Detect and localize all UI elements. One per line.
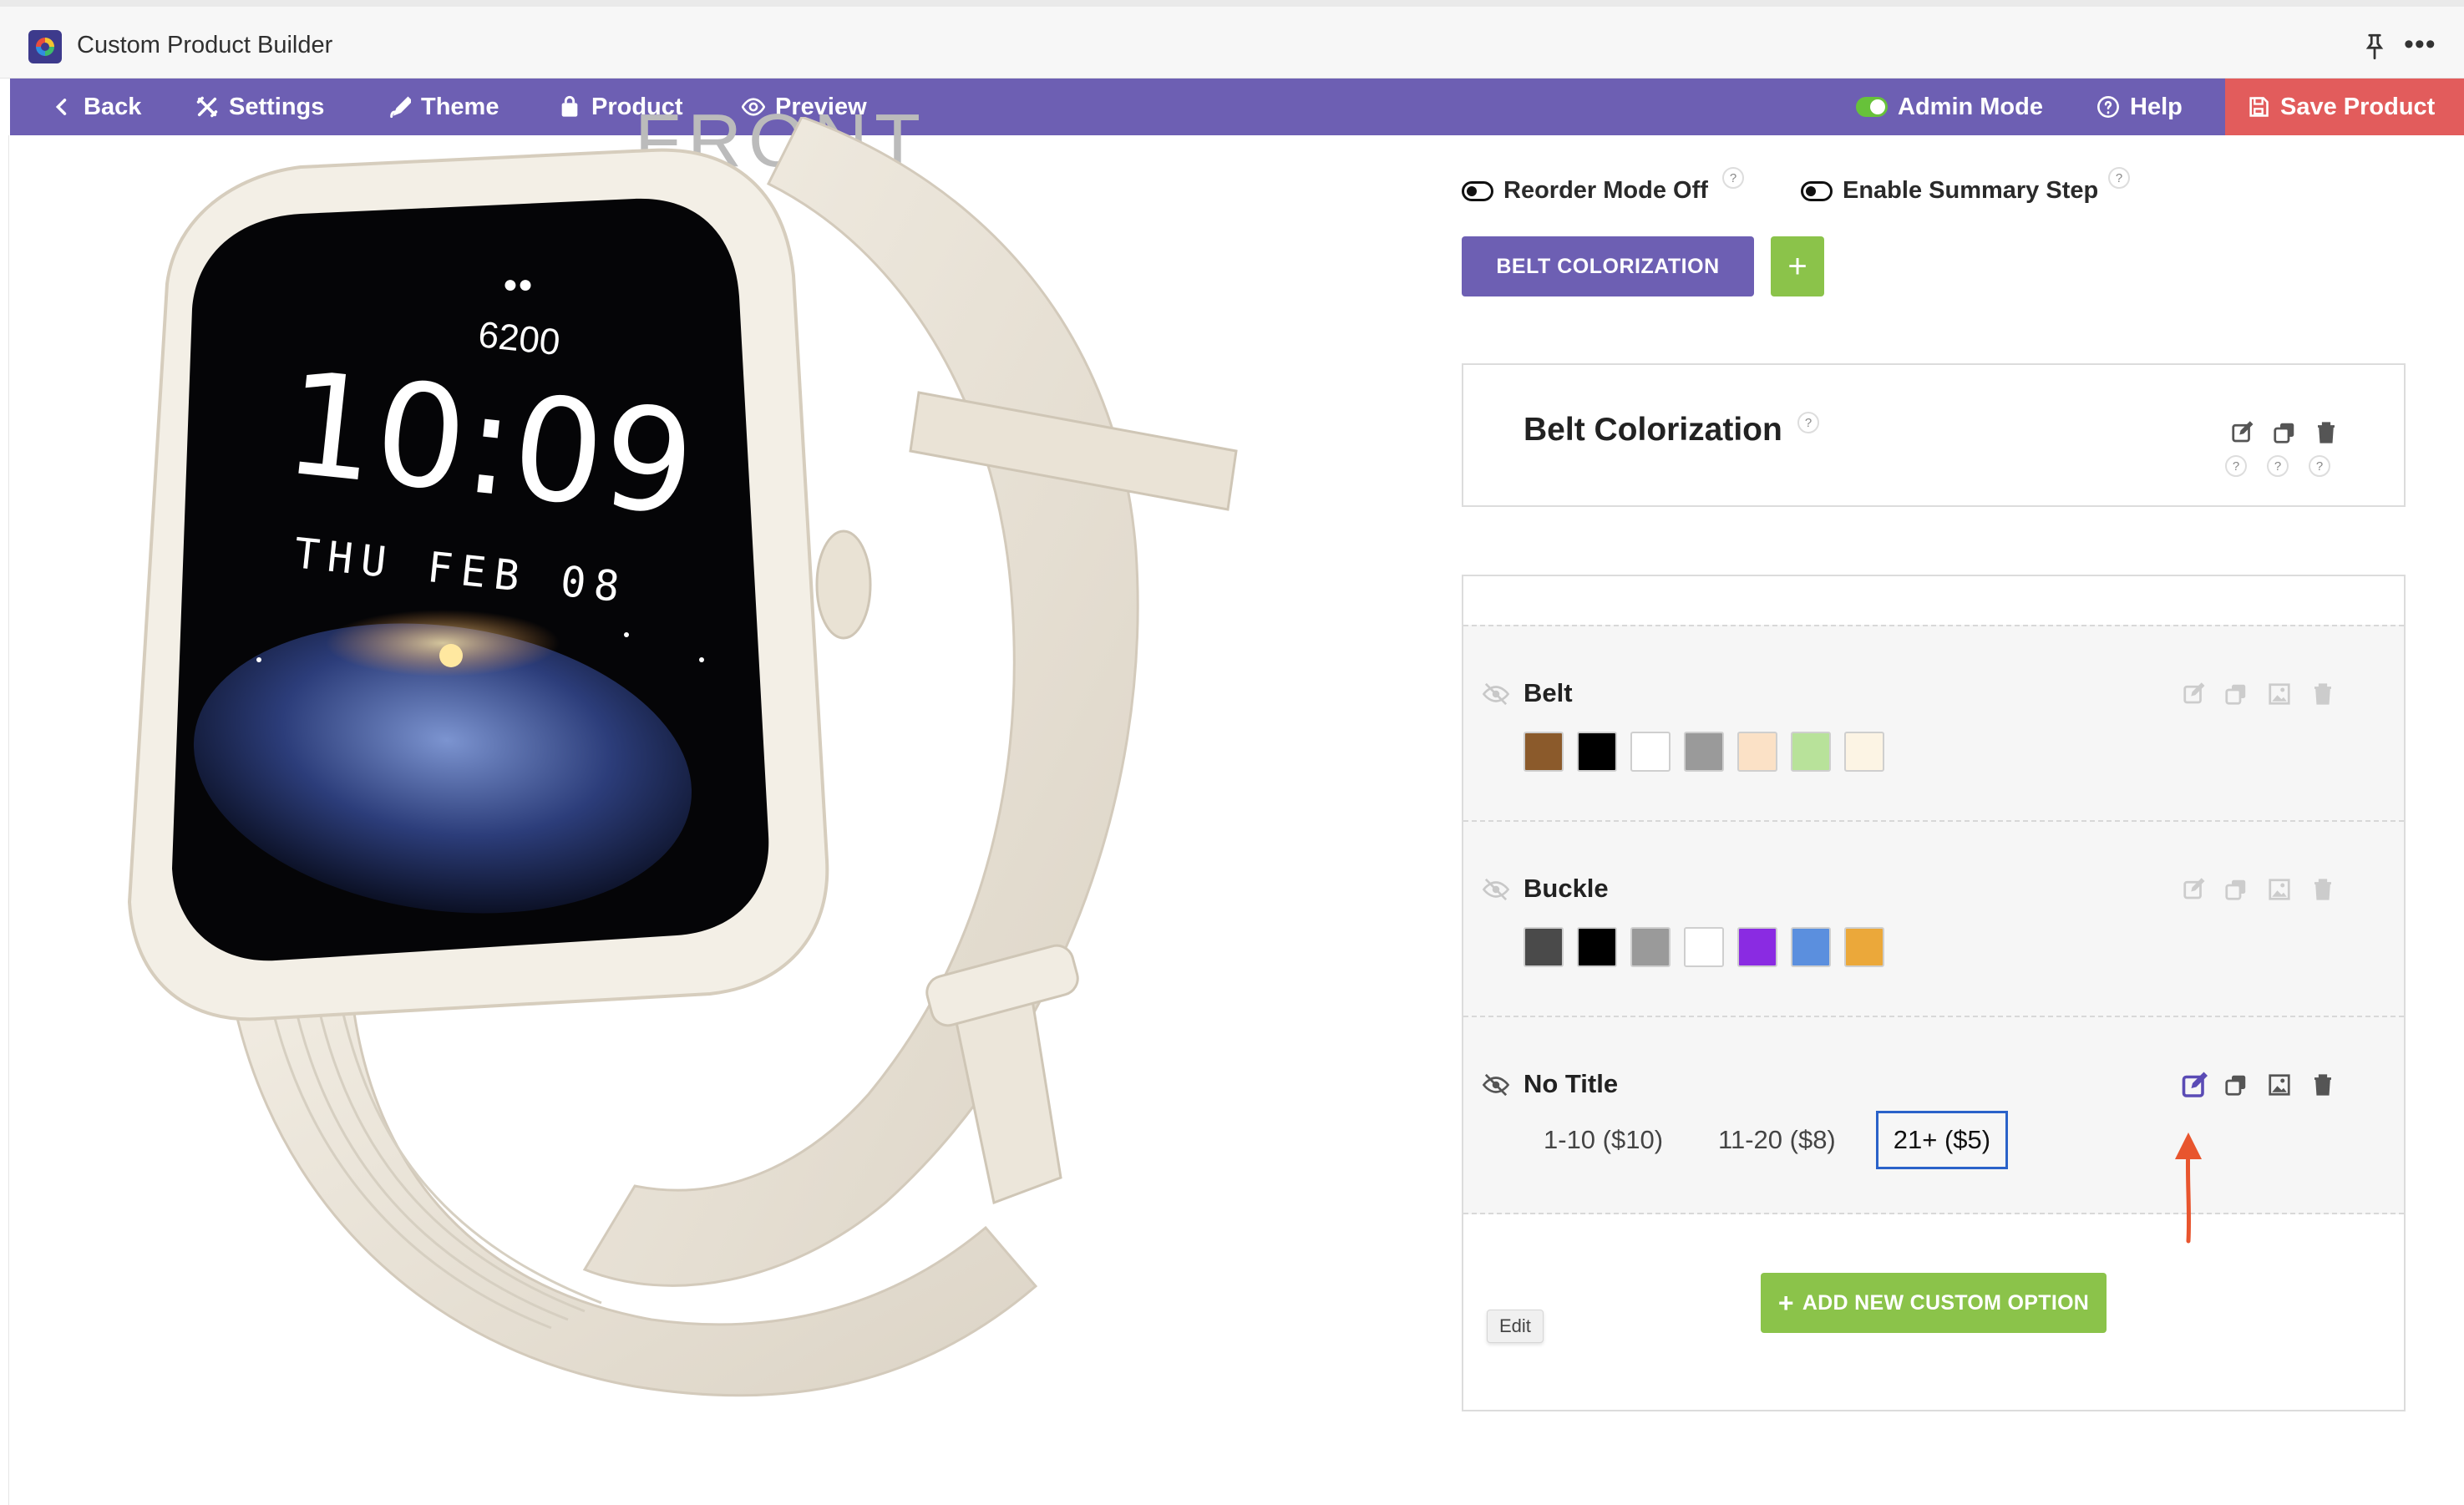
trash-icon[interactable]: [2314, 420, 2339, 445]
plus-icon: +: [1777, 1287, 1794, 1318]
hidden-eye-icon[interactable]: [1482, 877, 1510, 902]
admin-mode-toggle[interactable]: Admin Mode: [1856, 79, 2043, 135]
add-custom-option-button[interactable]: + ADD NEW CUSTOM OPTION: [1761, 1273, 2107, 1333]
swatch-brown[interactable]: [1524, 732, 1564, 772]
bag-icon: [561, 95, 578, 117]
hidden-eye-icon[interactable]: [1482, 1072, 1510, 1097]
swatch-gray[interactable]: [1684, 732, 1724, 772]
image-icon[interactable]: [2267, 877, 2292, 902]
duplicate-help-icon[interactable]: ?: [2267, 455, 2289, 477]
swatch-orange[interactable]: [1844, 927, 1884, 967]
quantity-choices: 1-10 ($10) 11-20 ($8) 21+ ($5): [1529, 1111, 2009, 1169]
step-tab-belt-colorization[interactable]: BELT COLORIZATION: [1462, 236, 1754, 296]
swatch-white[interactable]: [1630, 732, 1671, 772]
option-label: Buckle: [1524, 874, 1609, 903]
option-label: Belt: [1524, 678, 1573, 707]
step-card: Belt Colorization ? ? ? ?: [1462, 363, 2406, 507]
quantity-choice[interactable]: 11-20 ($8): [1703, 1113, 1851, 1167]
edit-icon[interactable]: [2182, 877, 2207, 902]
swatch-peach[interactable]: [1737, 732, 1777, 772]
save-product-button[interactable]: Save Product: [2225, 79, 2464, 135]
more-options-icon[interactable]: •••: [2404, 28, 2436, 61]
swatch-group: [1524, 732, 1884, 772]
edit-icon[interactable]: [2230, 420, 2255, 445]
trash-icon[interactable]: [2310, 877, 2335, 902]
summary-step-label: Enable Summary Step: [1843, 177, 2099, 204]
option-row-belt[interactable]: Belt: [1463, 625, 2404, 820]
chevron-left-icon: [55, 99, 67, 115]
swatch-purple[interactable]: [1737, 927, 1777, 967]
hidden-eye-icon[interactable]: [1482, 682, 1510, 707]
reorder-mode-toggle[interactable]: Reorder Mode Off: [1462, 177, 1708, 205]
quantity-choice[interactable]: 1-10 ($10): [1529, 1113, 1678, 1167]
edit-icon[interactable]: [2180, 1071, 2210, 1101]
toggle-off-icon: [1801, 180, 1833, 201]
reorder-help-icon[interactable]: ?: [1722, 167, 1744, 189]
admin-mode-label: Admin Mode: [1898, 93, 2043, 120]
annotation-arrow-icon: [2175, 1133, 2202, 1244]
app-logo-icon: [28, 30, 62, 63]
steps-count: 6200: [476, 314, 561, 363]
duplicate-icon[interactable]: [2223, 877, 2249, 902]
duplicate-icon[interactable]: [2272, 420, 2297, 445]
quantity-choice-selected[interactable]: 21+ ($5): [1875, 1111, 2009, 1169]
toggle-off-icon: [1462, 180, 1493, 201]
save-product-label: Save Product: [2280, 93, 2436, 120]
swatch-black[interactable]: [1577, 732, 1617, 772]
option-row-no-title[interactable]: No Title 1-10 ($10) 11-20 ($8) 21+ ($5): [1463, 1016, 2404, 1214]
question-circle-icon: [2097, 96, 2119, 118]
swatch-dark-gray[interactable]: [1524, 927, 1564, 967]
step-title-help-icon[interactable]: ?: [1797, 412, 1819, 433]
reorder-mode-label: Reorder Mode Off: [1503, 177, 1708, 204]
help-button[interactable]: Help: [2096, 79, 2183, 135]
delete-help-icon[interactable]: ?: [2309, 455, 2330, 477]
image-icon[interactable]: [2267, 1072, 2292, 1097]
swatch-black[interactable]: [1577, 927, 1617, 967]
toggle-on-icon: [1856, 97, 1888, 117]
help-label: Help: [2130, 93, 2183, 120]
edit-help-icon[interactable]: ?: [2225, 455, 2247, 477]
swatch-white[interactable]: [1684, 927, 1724, 967]
edit-tooltip: Edit: [1487, 1310, 1544, 1343]
duplicate-icon[interactable]: [2223, 682, 2249, 707]
trash-icon[interactable]: [2310, 682, 2335, 707]
window-title: Custom Product Builder: [77, 32, 333, 58]
tools-icon: [196, 96, 218, 118]
option-row-buckle[interactable]: Buckle: [1463, 820, 2404, 1016]
window-titlebar: Custom Product Builder •••: [0, 0, 2464, 79]
swatch-gray[interactable]: [1630, 927, 1671, 967]
swatch-light-green[interactable]: [1791, 732, 1831, 772]
option-label: No Title: [1524, 1069, 1619, 1098]
add-step-button[interactable]: +: [1771, 236, 1824, 296]
edit-icon[interactable]: [2182, 682, 2207, 707]
svg-text:●●: ●●: [503, 271, 533, 298]
product-preview-image: ●● 6200 10:09 THU FEB 08: [127, 117, 1238, 1397]
add-custom-option-label: ADD NEW CUSTOM OPTION: [1802, 1290, 2090, 1315]
summary-step-toggle[interactable]: Enable Summary Step: [1801, 177, 2098, 205]
step-title: Belt Colorization: [1524, 412, 1782, 448]
image-icon[interactable]: [2267, 682, 2292, 707]
pin-icon[interactable]: [2362, 32, 2387, 62]
content-divider: [8, 135, 9, 1505]
brush-icon: [390, 96, 411, 119]
summary-help-icon[interactable]: ?: [2108, 167, 2130, 189]
floppy-disk-icon: [2249, 97, 2269, 117]
trash-icon[interactable]: [2310, 1072, 2335, 1097]
swatch-cream[interactable]: [1844, 732, 1884, 772]
swatch-group: [1524, 927, 1884, 967]
swatch-blue[interactable]: [1791, 927, 1831, 967]
duplicate-icon[interactable]: [2223, 1072, 2249, 1097]
